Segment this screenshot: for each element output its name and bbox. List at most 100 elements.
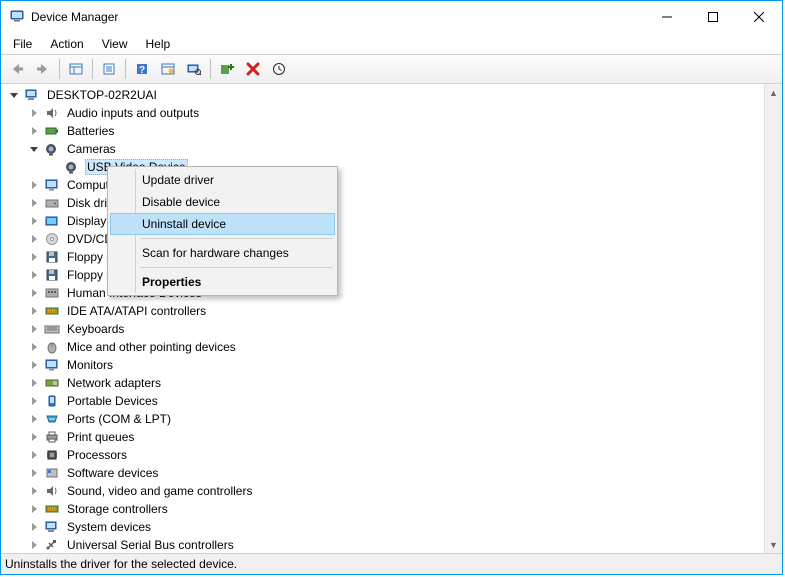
computer-icon [23,87,41,103]
chevron-right-icon[interactable] [27,538,41,552]
tree-item-mice[interactable]: Mice and other pointing devices [3,338,765,356]
scan-hardware-button[interactable] [182,58,206,80]
forward-button[interactable] [31,58,55,80]
chevron-right-icon[interactable] [27,106,41,120]
ctx-disable-device[interactable]: Disable device [110,191,335,213]
ctx-separator [140,267,333,268]
tree-item-ide[interactable]: IDE ATA/ATAPI controllers [3,302,765,320]
disable-button[interactable] [267,58,291,80]
dvd-icon [43,231,61,247]
tree-item-label: Software devices [65,466,160,480]
portable-icon [43,393,61,409]
scroll-track[interactable] [765,101,782,536]
chevron-right-icon[interactable] [27,448,41,462]
help-button[interactable]: ? [130,58,154,80]
chevron-right-icon[interactable] [27,250,41,264]
tree-item-audio[interactable]: Audio inputs and outputs [3,104,765,122]
monitor-icon [43,357,61,373]
network-icon [43,375,61,391]
properties-button[interactable] [97,58,121,80]
chevron-right-icon[interactable] [27,520,41,534]
uninstall-button[interactable] [241,58,265,80]
chevron-right-icon[interactable] [27,268,41,282]
ctx-update-driver[interactable]: Update driver [110,169,335,191]
chevron-right-icon[interactable] [27,304,41,318]
chevron-right-icon[interactable] [27,232,41,246]
port-icon [43,411,61,427]
tree-item-system[interactable]: System devices [3,518,765,536]
ctx-properties[interactable]: Properties [110,271,335,293]
device-tree[interactable]: DESKTOP-02R2UAI Audio inputs and outputs… [1,84,765,553]
camera-icon [63,159,81,175]
tree-item-label: Portable Devices [65,394,160,408]
tree-item-software[interactable]: Software devices [3,464,765,482]
chevron-right-icon[interactable] [27,214,41,228]
tree-item-cameras[interactable]: Cameras [3,140,765,158]
menu-view[interactable]: View [94,35,136,53]
chevron-right-icon[interactable] [27,178,41,192]
client-area: DESKTOP-02R2UAI Audio inputs and outputs… [1,84,782,553]
cpu-icon [43,447,61,463]
close-button[interactable] [736,1,782,33]
tree-item-label: Processors [65,448,129,462]
tree-item-processors[interactable]: Processors [3,446,765,464]
chevron-right-icon[interactable] [27,124,41,138]
tree-item-storage[interactable]: Storage controllers [3,500,765,518]
chevron-right-icon[interactable] [27,412,41,426]
tree-item-network[interactable]: Network adapters [3,374,765,392]
tree-item-sound[interactable]: Sound, video and game controllers [3,482,765,500]
tree-item-batteries[interactable]: Batteries [3,122,765,140]
tree-item-keyboards[interactable]: Keyboards [3,320,765,338]
chevron-down-icon[interactable] [7,88,21,102]
speaker-icon [43,483,61,499]
back-button[interactable] [5,58,29,80]
menu-help[interactable]: Help [138,35,179,53]
ctx-uninstall-device[interactable]: Uninstall device [110,213,335,235]
chevron-right-icon[interactable] [27,430,41,444]
chevron-right-icon[interactable] [27,340,41,354]
chevron-right-icon[interactable] [27,358,41,372]
tree-item-label: Batteries [65,124,116,138]
ctx-scan-hardware[interactable]: Scan for hardware changes [110,242,335,264]
chevron-right-icon[interactable] [27,394,41,408]
chevron-right-icon[interactable] [27,466,41,480]
scroll-down-arrow[interactable]: ▼ [765,536,782,553]
tree-item-label: IDE ATA/ATAPI controllers [65,304,208,318]
tree-item-label: Sound, video and game controllers [65,484,254,498]
battery-icon [43,123,61,139]
minimize-button[interactable] [644,1,690,33]
tree-item-label: Universal Serial Bus controllers [65,538,236,552]
camera-icon [43,141,61,157]
monitor-icon [43,177,61,193]
tree-item-label: Monitors [65,358,115,372]
scroll-up-arrow[interactable]: ▲ [765,84,782,101]
tree-item-print[interactable]: Print queues [3,428,765,446]
expander-spacer [47,160,61,174]
tree-item-usb[interactable]: Universal Serial Bus controllers [3,536,765,553]
chevron-down-icon[interactable] [27,142,41,156]
floppy-icon [43,249,61,265]
chevron-right-icon[interactable] [27,484,41,498]
show-hidden-button[interactable] [64,58,88,80]
tree-item-monitors[interactable]: Monitors [3,356,765,374]
chevron-right-icon[interactable] [27,322,41,336]
tree-item-ports[interactable]: Ports (COM & LPT) [3,410,765,428]
menu-file[interactable]: File [5,35,40,53]
vertical-scrollbar[interactable]: ▲ ▼ [764,84,782,553]
menu-action[interactable]: Action [42,35,91,53]
tree-item-label: Cameras [65,142,118,156]
controller-icon [43,501,61,517]
tree-root[interactable]: DESKTOP-02R2UAI [3,86,765,104]
floppy-icon [43,267,61,283]
mouse-icon [43,339,61,355]
update-driver-button[interactable] [156,58,180,80]
chevron-right-icon[interactable] [27,196,41,210]
tree-item-label: Ports (COM & LPT) [65,412,173,426]
svg-text:?: ? [139,65,145,76]
tree-item-portable[interactable]: Portable Devices [3,392,765,410]
chevron-right-icon[interactable] [27,502,41,516]
chevron-right-icon[interactable] [27,376,41,390]
add-legacy-button[interactable] [215,58,239,80]
maximize-button[interactable] [690,1,736,33]
chevron-right-icon[interactable] [27,286,41,300]
